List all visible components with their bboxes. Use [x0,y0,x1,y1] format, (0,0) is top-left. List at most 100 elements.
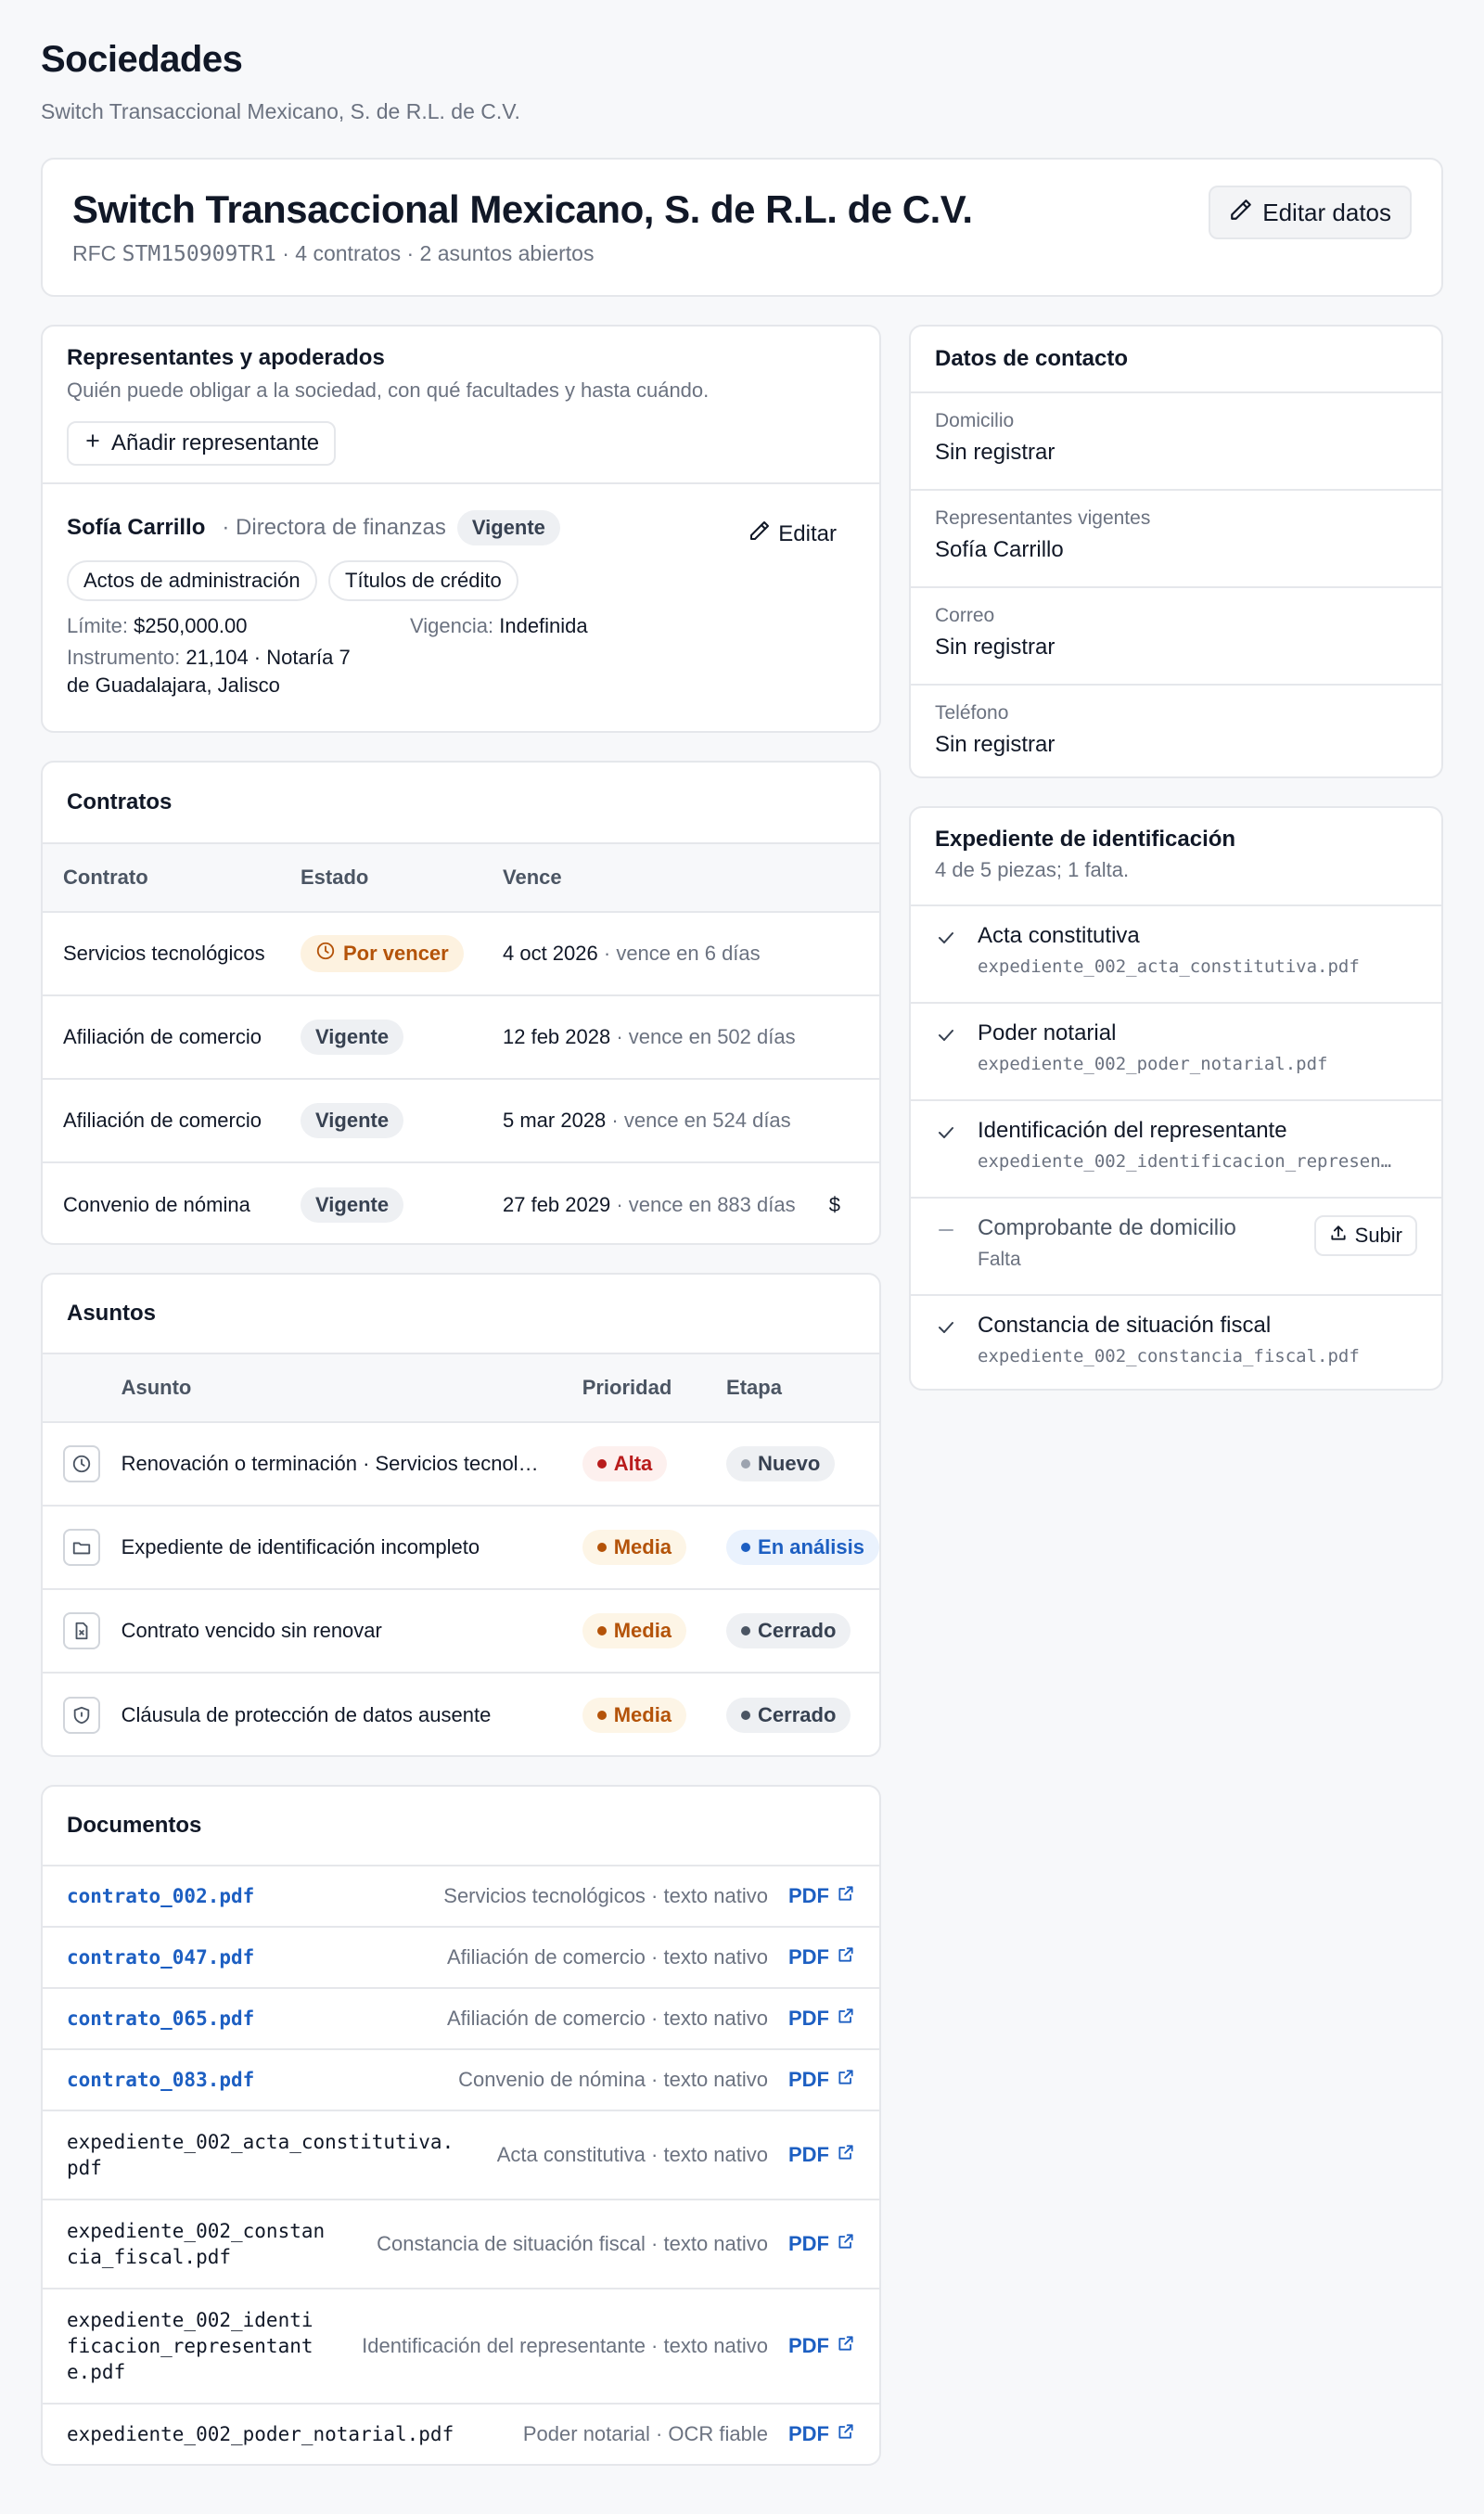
issue-title: Cláusula de protección de datos ausente [121,1702,492,1726]
document-name: expediente_002_poder_notarial.pdf [67,2423,454,2445]
issues-title: Asuntos [67,1301,156,1326]
upload-label: Subir [1354,1224,1402,1247]
open-pdf-link[interactable]: PDF [788,2068,855,2092]
dot-icon [741,1459,751,1469]
contract-name: Servicios tecnológicos [43,912,301,996]
power-chip: Actos de administración [67,560,317,601]
column-header-empty [43,1353,122,1423]
contracts-title: Contratos [67,789,173,814]
upload-button[interactable]: Subir [1313,1215,1417,1256]
dot-icon [741,1710,751,1720]
external-link-icon [837,2232,855,2256]
entity-summary: · 4 contratos · 2 asuntos abiertos [282,241,595,265]
document-row[interactable]: expediente_002_constan cia_fiscal.pdf Con… [43,2199,879,2288]
representative-name: Sofía Carrillo [67,515,206,540]
external-link-icon [837,2143,855,2167]
document-row[interactable]: contrato_047.pdf Afiliación de comercio ·… [43,1926,879,1987]
external-link-icon [837,2334,855,2358]
edit-representative-button[interactable]: Editar [748,519,837,548]
check-icon [935,1020,978,1083]
limit-value: $250,000.00 [134,614,248,637]
document-description: Identificación del representante · texto… [362,2334,768,2357]
table-row[interactable]: Servicios tecnológicos Por vencer 4 oct … [43,912,879,996]
entity-card: Switch Transaccional Mexicano, S. de R.L… [41,158,1443,297]
representatives-card: Representantes y apoderados Quién puede … [41,325,881,733]
contract-date: 27 feb 2029 [503,1192,611,1216]
pencil-icon [1229,198,1253,228]
dot-icon [596,1710,607,1720]
contract-due-note: · vence en 524 días [611,1109,791,1132]
documents-card: Documentos contrato_002.pdf Servicios tec… [41,1785,881,2466]
external-link-icon [837,2068,855,2092]
open-pdf-link[interactable]: PDF [788,2143,855,2167]
document-meta: Afiliación de comercio · texto nativo PDF [447,2007,855,2031]
stage-badge: Cerrado [726,1613,851,1648]
contact-card: Datos de contacto Domicilio Sin registra… [909,325,1443,778]
document-description: Convenio de nómina · texto nativo [458,2068,768,2091]
table-row[interactable]: Expediente de identificación incompleto … [43,1506,879,1590]
document-row[interactable]: expediente_002_identi ficacion_represent… [43,2288,879,2403]
contract-due-note: · vence en 6 días [603,942,761,965]
rfc-value: STM150909TR1 [122,242,276,266]
priority-text: Media [613,1535,672,1558]
document-link[interactable]: contrato_083.pdf [67,2067,254,2093]
edit-data-button[interactable]: Editar datos [1209,186,1412,239]
open-pdf-link[interactable]: PDF [788,1945,855,1969]
table-row[interactable]: Convenio de nómina Vigente 27 feb 2029 ·… [43,1162,879,1243]
status-badge: Vigente [301,1186,404,1223]
document-link[interactable]: contrato_065.pdf [67,2006,254,2032]
document-link[interactable]: contrato_002.pdf [67,1883,254,1909]
open-pdf-link[interactable]: PDF [788,1884,855,1908]
open-pdf-link[interactable]: PDF [788,2334,855,2358]
document-row[interactable]: contrato_002.pdf Servicios tecnológicos ·… [43,1865,879,1926]
table-row[interactable]: Afiliación de comercio Vigente 12 feb 20… [43,995,879,1080]
page: Sociedades Switch Transaccional Mexicano… [0,0,1484,2466]
identification-item-title: Comprobante de domicilio [978,1215,1236,1240]
document-row[interactable]: contrato_065.pdf Afiliación de comercio ·… [43,1987,879,2048]
left-column: Representantes y apoderados Quién puede … [41,325,881,2466]
document-row[interactable]: expediente_002_poder_notarial.pdf Poder n… [43,2403,879,2464]
identification-item: Identificación del representante expedien… [911,1099,1441,1197]
table-row[interactable]: Renovación o terminación · Servicios tec… [43,1422,879,1507]
check-icon [935,923,978,985]
document-meta: Afiliación de comercio · texto nativo PDF [447,1945,855,1969]
identification-item-title: Poder notarial [978,1020,1117,1045]
table-row[interactable]: Contrato vencido sin renovar Media Cerra… [43,1589,879,1674]
issues-table: Asunto Prioridad Etapa Renovación o term… [43,1353,879,1755]
check-icon [935,1313,978,1372]
identification-item: Constancia de situación fiscal expediente… [911,1294,1441,1389]
right-column: Datos de contacto Domicilio Sin registra… [909,325,1443,2466]
identification-item-file: expediente_002_identificacion_represen… [978,1151,1392,1172]
open-pdf-link[interactable]: PDF [788,2422,855,2446]
add-representative-button[interactable]: Añadir representante [67,421,337,466]
dot-icon [741,1626,751,1635]
column-header: Prioridad [582,1353,727,1423]
contact-item-phone: Teléfono Sin registrar [911,684,1441,776]
pdf-label: PDF [788,1945,829,1969]
document-row[interactable]: expediente_002_acta_constitutiva. pdf Act… [43,2110,879,2199]
pdf-label: PDF [788,2007,829,2030]
document-row[interactable]: contrato_083.pdf Convenio de nómina · tex… [43,2048,879,2110]
issue-title: Expediente de identificación incompleto [121,1506,582,1590]
representative-item: Sofía Carrillo · Directora de finanzas V… [43,484,879,722]
dot-icon [596,1543,607,1552]
document-link[interactable]: contrato_047.pdf [67,1944,254,1970]
document-description: Constancia de situación fiscal · texto n… [377,2232,768,2255]
open-pdf-link[interactable]: PDF [788,2007,855,2031]
table-row[interactable]: Afiliación de comercio Vigente 5 mar 202… [43,1079,879,1163]
pencil-icon [748,519,771,548]
page-subtitle: Switch Transaccional Mexicano, S. de R.L… [41,99,520,123]
pdf-label: PDF [788,2232,829,2255]
contact-value: Sofía Carrillo [935,537,1064,562]
open-pdf-link[interactable]: PDF [788,2232,855,2256]
folder-icon [63,1529,100,1566]
documents-list: contrato_002.pdf Servicios tecnológicos ·… [43,1865,879,2464]
column-header: Vence [503,842,879,913]
external-link-icon [837,2007,855,2031]
table-row[interactable]: Cláusula de protección de datos ausente … [43,1673,879,1755]
document-meta: Acta constitutiva · texto nativo PDF [497,2143,855,2167]
contract-due-note: · vence en 883 días [616,1192,796,1216]
clock-icon [315,941,336,967]
contact-label: Teléfono [935,702,1009,724]
identification-item: Comprobante de domicilio Falta Subir [911,1197,1441,1294]
